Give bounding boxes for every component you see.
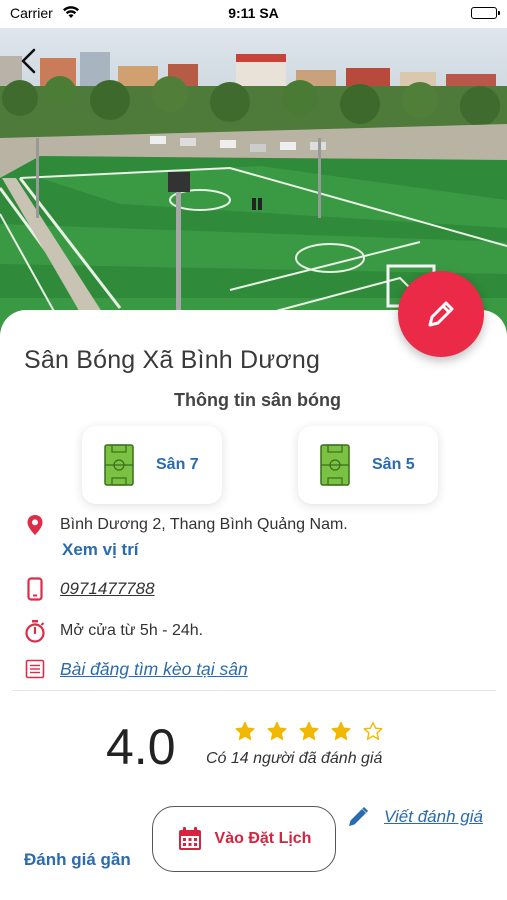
write-review-label: Viết đánh giá <box>384 807 483 826</box>
calendar-icon <box>178 827 201 850</box>
book-label: Vào Đặt Lịch <box>214 830 312 847</box>
field-card-san-7[interactable]: Sân 7 <box>82 426 222 504</box>
address-text: Bình Dương 2, Thang Bình Quảng Nam. <box>60 516 348 533</box>
edit-button[interactable] <box>398 271 484 357</box>
battery-icon <box>471 7 500 19</box>
star-filled-icon <box>331 721 351 740</box>
hours-text: Mở cửa từ 5h - 24h. <box>60 622 204 639</box>
phone-link[interactable]: 0971477788 <box>60 579 155 599</box>
rating-score: 4.0 <box>106 719 176 775</box>
hours-row: Mở cửa từ 5h - 24h. <box>24 620 204 643</box>
status-bar: Carrier 9:11 SA <box>0 0 507 28</box>
phone-icon <box>24 577 46 601</box>
pencil-icon <box>428 301 454 327</box>
list-document-icon <box>24 658 46 680</box>
star-filled-icon <box>235 721 255 740</box>
clock: 9:11 SA <box>228 5 279 21</box>
location-pin-icon <box>24 514 46 536</box>
view-location-link[interactable]: Xem vị trí <box>62 540 139 560</box>
divider <box>12 690 496 691</box>
star-outline-icon <box>363 721 383 740</box>
phone-row: 0971477788 <box>24 577 155 601</box>
back-button[interactable] <box>14 46 44 76</box>
soccer-pitch-icon <box>104 444 134 486</box>
venue-title: Sân Bóng Xã Bình Dương <box>24 346 321 374</box>
rating-count: Có 14 người đã đánh giá <box>206 750 383 767</box>
posts-link[interactable]: Bài đăng tìm kèo tại sân <box>60 659 248 680</box>
stopwatch-icon <box>24 620 46 643</box>
soccer-pitch-icon <box>320 444 350 486</box>
star-filled-icon <box>299 721 319 740</box>
field-label: Sân 7 <box>156 456 199 473</box>
pencil-icon <box>349 806 369 826</box>
write-review-button[interactable]: Viết đánh giá <box>346 805 483 829</box>
chevron-left-icon <box>21 48 36 74</box>
section-title: Thông tin sân bóng <box>174 390 341 410</box>
book-schedule-button[interactable]: Vào Đặt Lịch <box>152 806 336 872</box>
posts-row: Bài đăng tìm kèo tại sân <box>24 658 248 680</box>
field-card-san-5[interactable]: Sân 5 <box>298 426 438 504</box>
recent-reviews-heading: Đánh giá gần <box>24 850 131 869</box>
field-label: Sân 5 <box>372 456 415 473</box>
rating-stars <box>235 721 383 741</box>
star-filled-icon <box>267 721 287 740</box>
address-row: Bình Dương 2, Thang Bình Quảng Nam. <box>24 514 348 536</box>
